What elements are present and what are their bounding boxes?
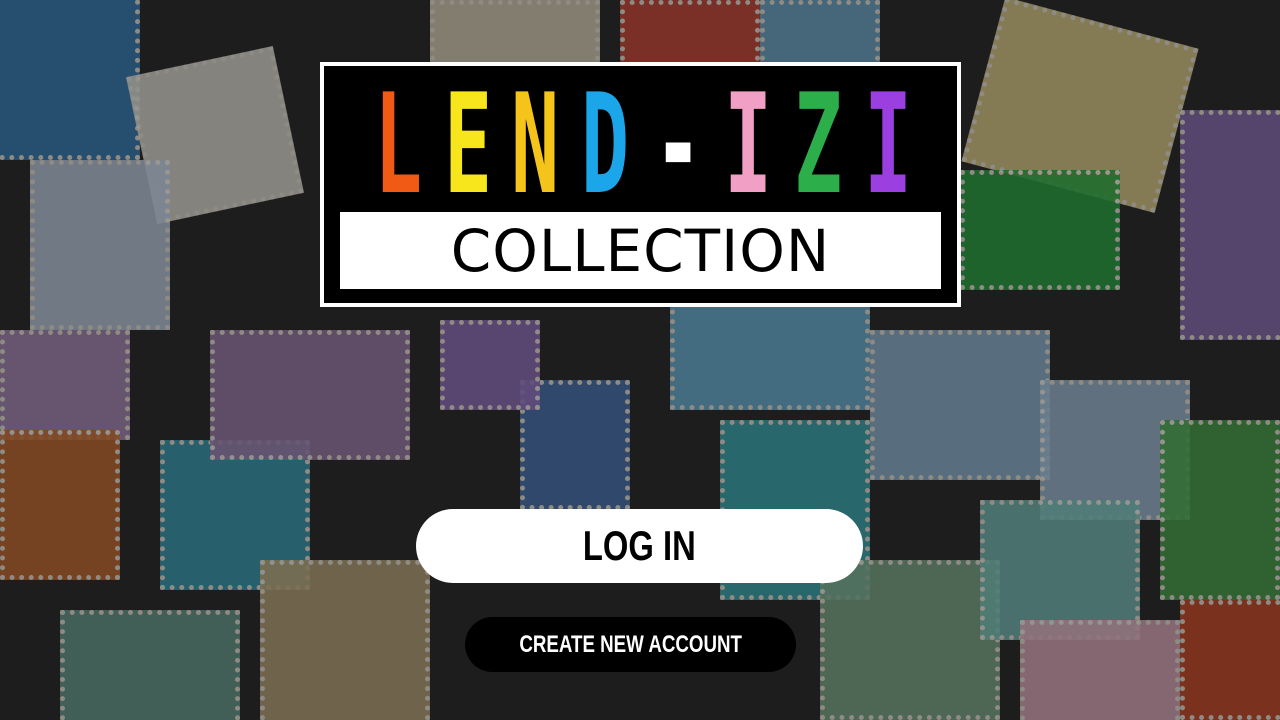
logo-letter: D [581,64,631,225]
logo-letter: I [724,64,774,225]
logo-letter: - [654,64,704,225]
logo-letter: N [511,64,561,225]
logo-letter: I [864,64,914,225]
login-button[interactable]: LOG IN [416,509,863,583]
logo-letter: L [374,64,424,225]
logo-subtitle: COLLECTION [340,212,941,289]
create-account-button-label: CREATE NEW ACCOUNT [519,630,742,658]
logo-letter: E [444,64,494,225]
app-logo: LEND-IZI COLLECTION [320,62,961,307]
logo-letter: Z [794,64,844,225]
login-button-label: LOG IN [583,522,696,569]
create-account-button[interactable]: CREATE NEW ACCOUNT [465,617,796,672]
